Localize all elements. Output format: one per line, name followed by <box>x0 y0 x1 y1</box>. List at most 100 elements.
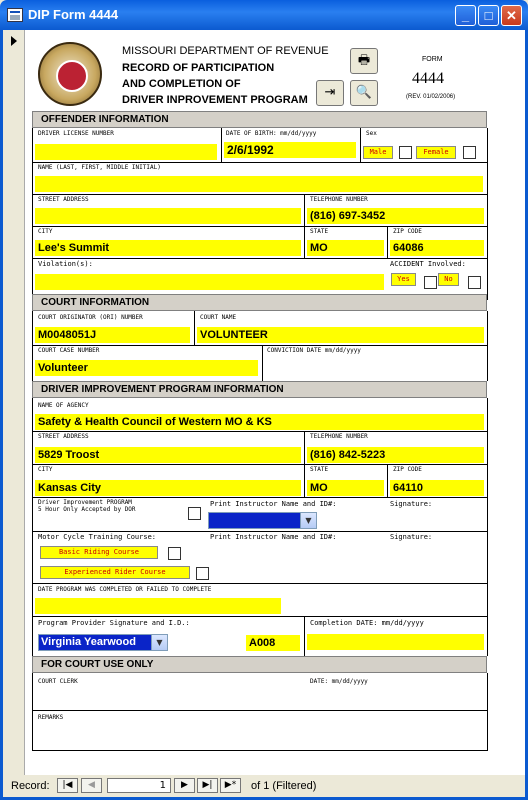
dip-zip-input[interactable]: 64110 <box>390 480 484 496</box>
name-input[interactable] <box>35 176 483 192</box>
print-preview-button[interactable]: 🔍 <box>350 80 378 106</box>
female-checkbox[interactable] <box>463 146 476 159</box>
male-checkbox[interactable] <box>399 146 412 159</box>
divider <box>194 311 195 345</box>
program-label-1: Driver Improvement PROGRAM <box>38 499 132 506</box>
accident-no-checkbox[interactable] <box>468 276 481 289</box>
city-input[interactable]: Lee's Summit <box>35 240 301 256</box>
experienced-rider-button[interactable]: Experienced Rider Course <box>40 566 190 579</box>
exit-button[interactable]: ⇥ <box>316 80 344 106</box>
dip-city-label: CITY <box>38 466 53 473</box>
dip-state-input[interactable]: MO <box>307 480 384 496</box>
moto-label: Motor Cycle Training Course: <box>38 533 157 541</box>
maximize-button[interactable]: □ <box>478 5 499 26</box>
violation-label: Violation(s): <box>38 260 93 268</box>
accident-yes-button[interactable]: Yes <box>391 273 416 286</box>
city-label: CITY <box>38 228 53 235</box>
experienced-rider-checkbox[interactable] <box>196 567 209 580</box>
zip-input[interactable]: 64086 <box>390 240 484 256</box>
minimize-button[interactable]: _ <box>455 5 476 26</box>
agency-input[interactable]: Safety & Health Council of Western MO & … <box>35 414 484 430</box>
dip-state-label: STATE <box>310 466 329 473</box>
last-record-button[interactable]: ▶| <box>197 778 218 793</box>
divider <box>32 750 488 751</box>
accident-no-button[interactable]: No <box>438 273 459 286</box>
form-number: 4444 <box>412 70 444 87</box>
instructor-label: Print Instructor Name and ID#: <box>210 500 337 508</box>
court-name-input[interactable]: VOLUNTEER <box>197 327 484 343</box>
chevron-down-icon[interactable]: ▼ <box>300 513 316 528</box>
completion-date-input[interactable] <box>35 598 281 614</box>
print-button[interactable]: 🖶 <box>350 48 378 74</box>
ori-label: COURT ORIGINATOR (ORI) NUMBER <box>38 314 143 321</box>
dip-phone-label: TELEPHONE NUMBER <box>310 433 368 440</box>
dip-city-input[interactable]: Kansas City <box>35 480 301 496</box>
divider <box>32 531 488 532</box>
dip-street-input[interactable]: 5829 Troost <box>35 447 301 463</box>
instructor-value <box>209 513 301 528</box>
provider-combo[interactable]: Virginia Yearwood ▼ <box>38 634 168 651</box>
chevron-down-icon[interactable]: ▼ <box>151 635 167 650</box>
form-revision: (REV. 01/02/2006) <box>406 94 456 100</box>
provider-label: Program Provider Signature and I.D.: <box>38 619 190 627</box>
female-button[interactable]: Female <box>416 146 456 159</box>
window-title: DIP Form 4444 <box>28 7 119 22</box>
state-input[interactable]: MO <box>307 240 384 256</box>
section-court-use: FOR COURT USE ONLY <box>32 656 487 673</box>
divider <box>304 431 305 464</box>
section-dip: DRIVER IMPROVEMENT PROGRAM INFORMATION <box>32 381 487 398</box>
case-input[interactable]: Volunteer <box>35 360 258 376</box>
agency-label: NAME OF AGENCY <box>38 402 89 409</box>
phone-label: TELEPHONE NUMBER <box>310 196 368 203</box>
divider <box>387 226 388 258</box>
dip-phone-input[interactable]: (816) 842-5223 <box>307 447 484 463</box>
form-window-icon <box>7 8 23 22</box>
court-date-label: DATE: mm/dd/yyyy <box>310 678 368 685</box>
missouri-seal-logo <box>38 42 102 106</box>
street-input[interactable] <box>35 208 301 224</box>
clerk-label: COURT CLERK <box>38 678 78 685</box>
close-button[interactable]: ✕ <box>501 5 522 26</box>
completion-input[interactable] <box>307 634 484 650</box>
divider <box>221 128 222 162</box>
phone-input[interactable]: (816) 697-3452 <box>307 208 484 224</box>
basic-riding-button[interactable]: Basic Riding Course <box>40 546 158 559</box>
divider <box>32 162 488 163</box>
basic-riding-checkbox[interactable] <box>168 547 181 560</box>
male-button[interactable]: Male <box>363 146 393 159</box>
dept-title: MISSOURI DEPARTMENT OF REVENUE <box>122 45 329 57</box>
divider <box>32 226 488 227</box>
divider <box>304 464 305 497</box>
next-record-button[interactable]: ▶ <box>174 778 195 793</box>
conviction-input[interactable] <box>265 360 484 376</box>
violation-input[interactable] <box>35 274 384 290</box>
dl-input[interactable] <box>35 144 217 160</box>
form-title-line2: AND COMPLETION OF <box>122 78 241 90</box>
divider <box>304 194 305 226</box>
divider <box>32 710 488 711</box>
border-left <box>32 311 33 381</box>
sex-label: Sex <box>366 130 377 137</box>
current-record-input[interactable]: 1 <box>107 778 171 793</box>
new-record-button[interactable]: ▶* <box>220 778 241 793</box>
form-title-line1: RECORD OF PARTICIPATION <box>122 62 275 74</box>
dip-program-checkbox[interactable] <box>188 507 201 520</box>
record-navigation: Record: |◀ ◀ 1 ▶ ▶| ▶* of 1 (Filtered) <box>3 775 525 797</box>
dob-input[interactable]: 2/6/1992 <box>224 142 356 158</box>
accident-yes-checkbox[interactable] <box>424 276 437 289</box>
section-offender: OFFENDER INFORMATION <box>32 111 487 128</box>
ori-input[interactable]: M0048051J <box>35 327 190 343</box>
divider <box>32 464 488 465</box>
record-count: of 1 (Filtered) <box>251 780 317 792</box>
dl-label: DRIVER LICENSE NUMBER <box>38 130 114 137</box>
record-label: Record: <box>11 780 50 792</box>
provider-id[interactable]: A008 <box>246 635 300 651</box>
divider <box>387 464 388 497</box>
name-label: NAME (LAST, FIRST, MIDDLE INITIAL) <box>38 164 161 171</box>
first-record-button[interactable]: |◀ <box>57 778 78 793</box>
instructor-combo[interactable]: ▼ <box>208 512 317 529</box>
record-selector[interactable] <box>3 30 25 775</box>
previous-record-button[interactable]: ◀ <box>81 778 102 793</box>
completion-label: Completion DATE: mm/dd/yyyy <box>310 619 424 627</box>
program-label-2: 5 Hour Only Accepted by DOR <box>38 506 136 513</box>
